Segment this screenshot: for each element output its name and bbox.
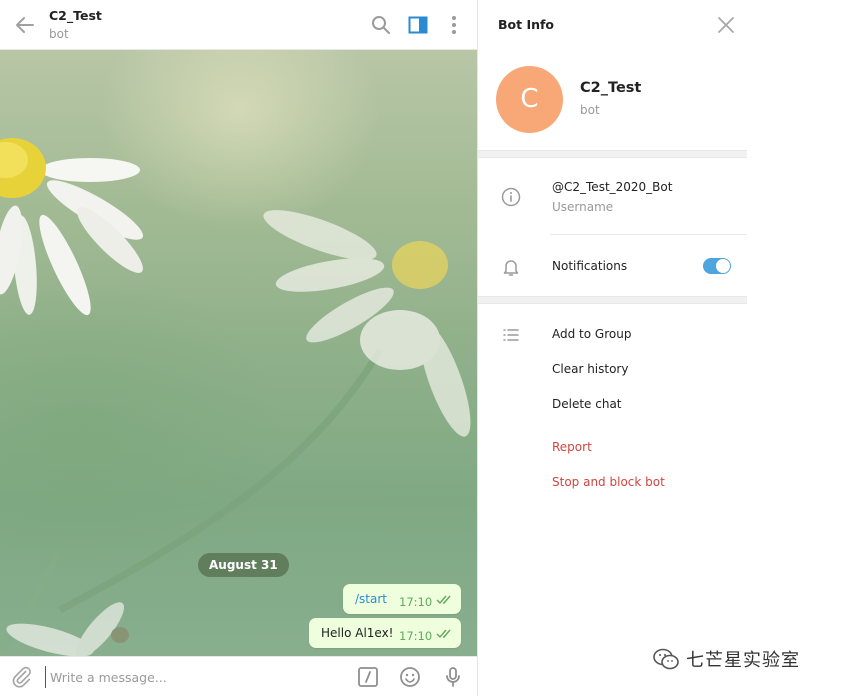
watermark-text: 七芒星实验室 [686,650,800,671]
bot-command-icon[interactable] [357,666,379,688]
section-divider [478,296,747,304]
message-composer [0,656,477,696]
chat-area: C2_Test bot August 31 /start 17:10 Hello… [0,0,477,696]
emoji-icon[interactable] [399,666,421,688]
section-divider [478,150,747,158]
toggle-knob [716,259,730,273]
delete-chat-button[interactable]: Delete chat [552,397,622,411]
double-check-icon [436,629,451,639]
message-time: 17:10 [399,595,433,609]
back-arrow-icon[interactable] [13,13,37,37]
add-to-group-button[interactable]: Add to Group [552,327,631,341]
bot-subtitle: bot [580,103,600,117]
message-input[interactable] [45,666,295,688]
date-divider: August 31 [198,553,289,577]
message-bubble[interactable]: /start 17:10 [343,584,461,614]
bot-username[interactable]: @C2_Test_2020_Bot [552,180,672,194]
message-bubble[interactable]: Hello Al1ex! 17:10 [309,618,461,648]
bell-icon [503,260,519,276]
message-text[interactable]: /start [355,592,387,606]
sidebar-toggle-icon[interactable] [406,13,430,37]
watermark: 七芒星实验室 [652,646,800,672]
username-label: Username [552,200,614,214]
report-button[interactable]: Report [552,440,592,454]
attach-icon[interactable] [11,666,33,688]
more-vertical-icon[interactable] [442,13,466,37]
panel-title: Bot Info [498,17,555,32]
double-check-icon [436,595,451,605]
list-icon [503,329,519,341]
bot-info-panel: Bot Info C C2_Test bot @C2_Test_2020_Bot… [477,0,747,696]
close-icon[interactable] [716,15,736,35]
message-text: Hello Al1ex! [321,626,394,640]
chat-wallpaper: August 31 /start 17:10 Hello Al1ex! 17:1… [0,50,477,656]
message-time: 17:10 [399,629,433,643]
notifications-toggle[interactable] [703,258,731,274]
bot-name: C2_Test [580,80,642,96]
chat-header: C2_Test bot [0,0,477,50]
stop-and-block-bot-button[interactable]: Stop and block bot [552,475,665,489]
info-icon [501,187,521,207]
chat-subtitle: bot [49,27,69,41]
row-divider [550,234,747,235]
search-icon[interactable] [369,13,393,37]
wechat-logo-icon [653,648,679,670]
clear-history-button[interactable]: Clear history [552,362,628,376]
notifications-label: Notifications [552,259,628,273]
microphone-icon[interactable] [442,666,464,688]
avatar: C [496,66,563,133]
chat-title[interactable]: C2_Test [49,8,102,23]
